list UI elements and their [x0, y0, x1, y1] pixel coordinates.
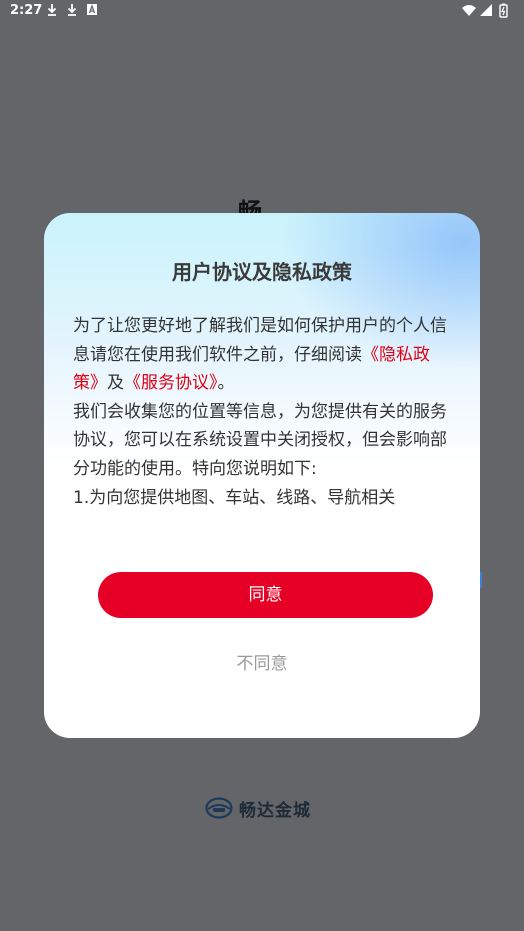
app-logo: 畅达金城 — [205, 795, 311, 821]
item-1-paragraph: 1.为向您提供地图、车站、线路、导航相关 — [73, 487, 396, 508]
and-text: 及 — [107, 373, 124, 394]
intro-end: 。 — [217, 373, 235, 394]
system-status-icons — [462, 3, 508, 18]
download-icon — [67, 4, 77, 16]
download-icon — [47, 4, 57, 16]
wifi-icon — [462, 5, 476, 16]
battery-icon — [499, 3, 508, 18]
location-paragraph: 我们会收集您的位置等信息，为您提供有关的服务协议，您可以在系统设置中关闭授权，但… — [73, 401, 447, 479]
agree-button[interactable]: 同意 — [98, 572, 433, 618]
intro-paragraph: 为了让您更好地了解我们是如何保护用户的个人信息请您在使用我们软件之前，仔细阅读《… — [73, 312, 453, 398]
privacy-consent-dialog: 用户协议及隐私政策 为了让您更好地了解我们是如何保护用户的个人信息请您在使用我们… — [44, 213, 480, 738]
status-bar: 2:27 — [0, 0, 524, 22]
app-name: 畅达金城 — [239, 800, 311, 821]
service-agreement-link[interactable]: 《服务协议》 — [124, 373, 218, 393]
dialog-body-scroll[interactable]: 为了让您更好地了解我们是如何保护用户的个人信息请您在使用我们软件之前，仔细阅读《… — [73, 312, 453, 538]
font-a-icon — [87, 4, 97, 15]
status-time: 2:27 — [10, 3, 43, 18]
status-right — [460, 3, 516, 23]
disagree-button[interactable]: 不同意 — [44, 649, 480, 674]
dialog-title: 用户协议及隐私政策 — [172, 260, 352, 284]
cell-signal-icon — [480, 4, 492, 16]
app-logo-icon — [205, 797, 233, 819]
